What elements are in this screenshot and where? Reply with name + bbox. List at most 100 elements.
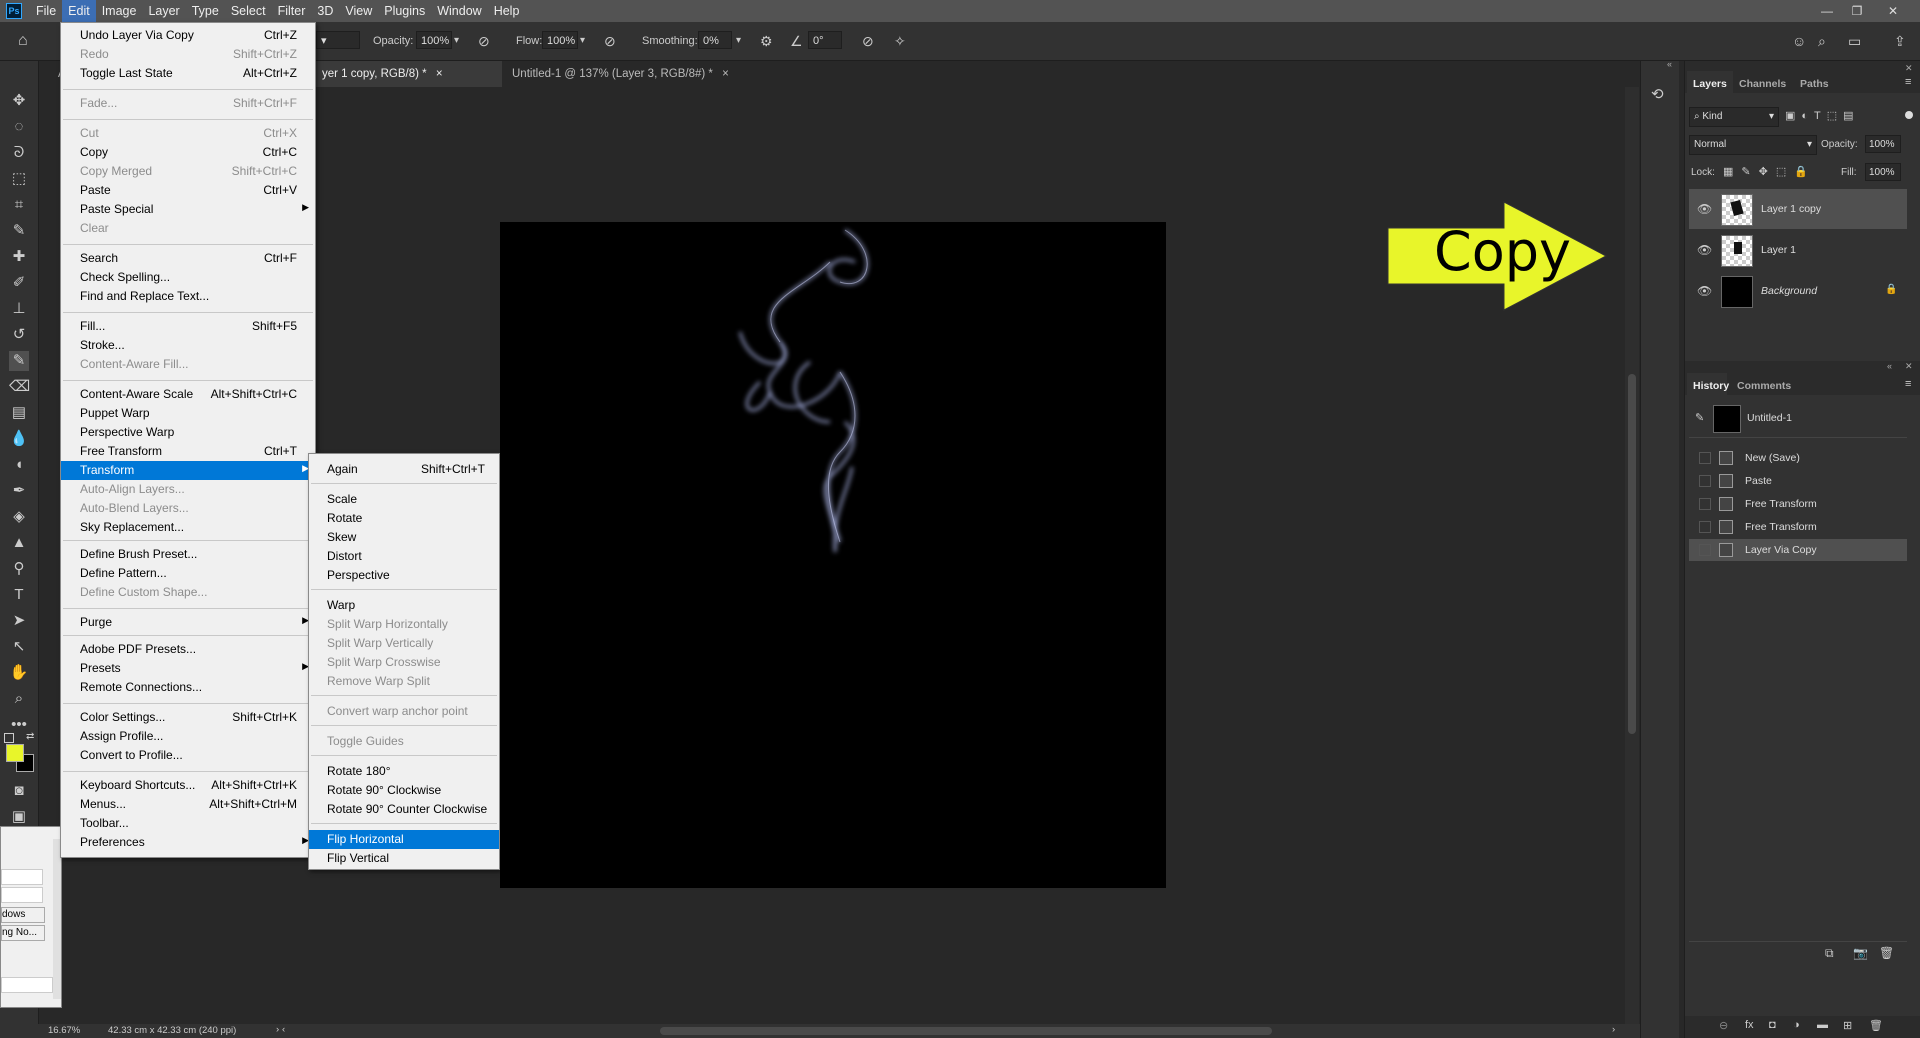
edit-menu-item[interactable]: Purge ▶ bbox=[61, 613, 315, 632]
edit-menu-item[interactable]: Toggle Last State Alt+Ctrl+Z bbox=[61, 64, 315, 83]
edit-menu-item[interactable]: Transform ▶ bbox=[61, 461, 315, 480]
marquee-tool-icon[interactable]: ◌ bbox=[9, 117, 29, 137]
brush-tool-icon[interactable]: ✐ bbox=[9, 273, 29, 293]
chevron-down-icon[interactable]: ▾ bbox=[454, 35, 459, 46]
edit-menu-item[interactable]: Find and Replace Text... bbox=[61, 287, 315, 306]
edit-menu-item[interactable]: Remote Connections... bbox=[61, 678, 315, 697]
transform-menu-item[interactable]: Warp bbox=[309, 596, 499, 615]
lasso-tool-icon[interactable]: ᘐ bbox=[9, 143, 29, 163]
visibility-eye-icon[interactable]: 👁 bbox=[1697, 284, 1712, 298]
adjustment-layer-icon[interactable]: ◑ bbox=[1793, 1019, 1800, 1031]
gear-icon[interactable]: ⚙ bbox=[760, 33, 773, 50]
history-brush-tool-icon[interactable]: ↺ bbox=[9, 325, 29, 345]
search-icon[interactable]: ⌕ bbox=[1818, 33, 1826, 50]
menu-help[interactable]: Help bbox=[488, 0, 526, 22]
chevron-down-icon[interactable]: ▾ bbox=[580, 35, 585, 46]
symmetry-icon[interactable]: ✧ bbox=[894, 33, 906, 50]
zoom-tool-icon[interactable]: ⌕ bbox=[9, 689, 29, 709]
angle-field[interactable]: 0° bbox=[808, 31, 842, 49]
history-state-checkbox[interactable] bbox=[1699, 475, 1711, 487]
restore-icon[interactable]: ❐ bbox=[1844, 0, 1870, 22]
tab-channels[interactable]: Channels bbox=[1739, 78, 1786, 90]
close-icon[interactable]: ✕ bbox=[1880, 0, 1906, 22]
dialog-field[interactable] bbox=[1, 887, 43, 903]
edit-menu-item[interactable]: Undo Layer Via Copy Ctrl+Z bbox=[61, 26, 315, 45]
transform-menu-item[interactable]: Perspective bbox=[309, 566, 499, 585]
history-state[interactable]: Free Transform bbox=[1689, 516, 1907, 538]
horizontal-scroll-thumb[interactable] bbox=[660, 1027, 1272, 1035]
transform-menu-item[interactable]: Skew bbox=[309, 528, 499, 547]
zoom-lens-tool-icon[interactable]: ⚲ bbox=[9, 559, 29, 579]
hand-tool-icon[interactable]: ✋ bbox=[9, 663, 29, 683]
trash-icon[interactable]: 🗑 bbox=[1879, 946, 1894, 960]
camera-icon[interactable]: 📷 bbox=[1853, 946, 1868, 960]
share-user-icon[interactable]: ☺ bbox=[1792, 33, 1806, 49]
add-mask-icon[interactable]: ◘ bbox=[1769, 1019, 1776, 1031]
edit-menu-item[interactable]: Check Spelling... bbox=[61, 268, 315, 287]
tab-document-active[interactable]: yer 1 copy, RGB/8) * × bbox=[312, 61, 502, 87]
menu-layer[interactable]: Layer bbox=[142, 0, 185, 22]
history-state-checkbox[interactable] bbox=[1699, 521, 1711, 533]
path-selection-tool-icon[interactable]: ➤ bbox=[9, 611, 29, 631]
eraser-tool-icon[interactable]: ⌫ bbox=[9, 377, 30, 397]
fx-icon[interactable]: fx bbox=[1745, 1019, 1754, 1031]
tab-close-icon[interactable]: × bbox=[722, 68, 729, 80]
edit-menu-item[interactable]: Paste Ctrl+V bbox=[61, 181, 315, 200]
lock-icons[interactable]: ▦✎✥⬚🔒 bbox=[1723, 165, 1816, 178]
visibility-eye-icon[interactable]: 👁 bbox=[1697, 202, 1712, 216]
edit-menu-item[interactable]: Define Pattern... bbox=[61, 564, 315, 583]
layer-row-layer-1-copy[interactable]: 👁 Layer 1 copy bbox=[1689, 189, 1907, 229]
tab-comments[interactable]: Comments bbox=[1737, 380, 1791, 392]
visibility-eye-icon[interactable]: 👁 bbox=[1697, 243, 1712, 257]
layer-row-layer-1[interactable]: 👁 Layer 1 bbox=[1689, 230, 1907, 270]
transform-menu-item[interactable]: Flip Vertical bbox=[309, 849, 499, 868]
brush-tool-active-icon[interactable]: ✎ bbox=[9, 351, 29, 371]
share-icon[interactable]: ⇪ bbox=[1894, 33, 1906, 50]
edit-menu-item[interactable]: Sky Replacement... bbox=[61, 518, 315, 537]
collapse-icon[interactable]: « bbox=[1887, 361, 1892, 371]
transform-menu-item[interactable]: Flip Horizontal bbox=[309, 830, 499, 849]
transform-menu-item[interactable]: Again Shift+Ctrl+T bbox=[309, 460, 499, 479]
smoothing-field[interactable]: 0% bbox=[698, 31, 732, 49]
tab-document-untitled[interactable]: Untitled-1 @ 137% (Layer 3, RGB/8#) * × bbox=[502, 61, 739, 87]
dialog-field[interactable] bbox=[1, 977, 53, 993]
tab-history[interactable]: History bbox=[1693, 380, 1729, 392]
dodge-tool-icon[interactable]: ◖ bbox=[9, 455, 29, 475]
quick-mask-icon[interactable]: ◙ bbox=[9, 781, 29, 801]
crop-tool-icon[interactable]: ⌗ bbox=[9, 195, 29, 215]
menu-edit[interactable]: Edit bbox=[62, 0, 96, 22]
scroll-left-icon[interactable]: ‹ bbox=[282, 1024, 285, 1035]
edit-menu-item[interactable]: Convert to Profile... bbox=[61, 746, 315, 765]
link-layers-icon[interactable]: ⊖ bbox=[1719, 1019, 1728, 1032]
edit-menu-item[interactable]: Color Settings... Shift+Ctrl+K bbox=[61, 708, 315, 727]
history-snapshot[interactable]: ✎ Untitled-1 bbox=[1689, 403, 1907, 433]
swap-colors-icon[interactable]: ⇄ bbox=[26, 731, 34, 742]
pressure-opacity-icon[interactable]: ⊘ bbox=[478, 33, 490, 50]
clone-stamp-tool-icon[interactable]: ⊥ bbox=[9, 299, 29, 319]
move-tool-icon[interactable]: ✥ bbox=[9, 91, 29, 111]
sharpen-tool-icon[interactable]: ▲ bbox=[9, 533, 29, 553]
collapse-icon[interactable]: « bbox=[1667, 59, 1672, 69]
transform-menu-item[interactable]: Rotate bbox=[309, 509, 499, 528]
gradient-tool-icon[interactable]: ▤ bbox=[9, 403, 29, 423]
history-state[interactable]: Free Transform bbox=[1689, 493, 1907, 515]
tab-layers[interactable]: Layers bbox=[1693, 78, 1727, 90]
edit-menu-item[interactable]: Paste Special ▶ bbox=[61, 200, 315, 219]
filter-type-icons[interactable]: ▣◐T⬚▤ bbox=[1785, 109, 1860, 122]
edit-menu-item[interactable]: Define Brush Preset... bbox=[61, 545, 315, 564]
dialog-button[interactable]: ng No... bbox=[1, 925, 45, 941]
default-colors-icon[interactable] bbox=[4, 733, 14, 743]
brush-preset-dropdown[interactable]: ▾ bbox=[316, 31, 360, 49]
edit-menu-item[interactable]: Assign Profile... bbox=[61, 727, 315, 746]
canvas-vertical-scrollbar[interactable] bbox=[1625, 87, 1639, 1024]
edit-menu-item[interactable]: Puppet Warp bbox=[61, 404, 315, 423]
fill-field[interactable]: 100% bbox=[1865, 163, 1901, 181]
edit-menu-item[interactable]: Keyboard Shortcuts... Alt+Shift+Ctrl+K bbox=[61, 776, 315, 795]
healing-brush-tool-icon[interactable]: ✚ bbox=[9, 247, 29, 267]
home-icon[interactable]: ⌂ bbox=[18, 32, 28, 50]
transform-menu-item[interactable]: Scale bbox=[309, 490, 499, 509]
edit-menu-item[interactable]: Perspective Warp bbox=[61, 423, 315, 442]
tab-paths[interactable]: Paths bbox=[1800, 78, 1829, 90]
menu-filter[interactable]: Filter bbox=[272, 0, 312, 22]
direct-selection-tool-icon[interactable]: ↖ bbox=[9, 637, 29, 657]
